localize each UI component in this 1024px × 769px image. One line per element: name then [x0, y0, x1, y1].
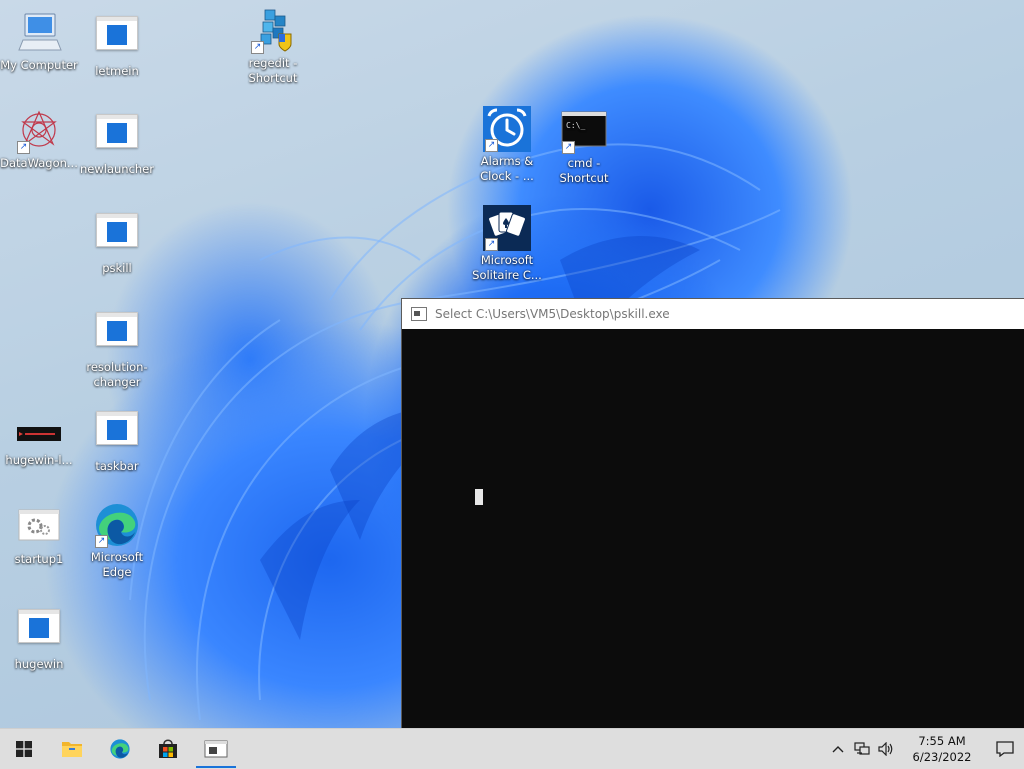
window-app-icon — [93, 213, 141, 259]
alarm-clock-icon: ↗ — [483, 106, 531, 152]
desktop-icon-datawagon[interactable]: ↗ DataWagon... — [0, 108, 78, 171]
icon-label: startup1 — [14, 552, 64, 566]
window-app-icon — [93, 114, 141, 160]
desktop-icon-hugewin-l[interactable]: hugewin-l... — [0, 405, 78, 468]
icon-label: Microsoft Edge — [90, 550, 144, 579]
solitaire-cards-icon: ↗ — [483, 205, 531, 251]
network-button[interactable] — [850, 729, 874, 769]
edge-icon — [110, 739, 130, 759]
desktop-icon-regedit-shortcut[interactable]: ↗ regedit - Shortcut — [234, 8, 312, 86]
desktop-icon-letmein[interactable]: letmein — [78, 10, 156, 79]
shortcut-arrow-icon: ↗ — [562, 141, 575, 154]
console-app-icon — [411, 307, 427, 321]
icon-label: My Computer — [0, 58, 78, 72]
shortcut-arrow-icon: ↗ — [251, 41, 264, 54]
store-icon — [159, 739, 177, 758]
window-app-icon — [93, 16, 141, 62]
shortcut-arrow-icon: ↗ — [485, 139, 498, 152]
settings-gear-icon — [15, 504, 63, 550]
edge-taskbar-button[interactable] — [96, 729, 144, 769]
shortcut-arrow-icon: ↗ — [17, 141, 30, 154]
desktop-icon-resolution-changer[interactable]: resolution-changer — [78, 306, 156, 390]
desktop-icon-newlauncher[interactable]: newlauncher — [78, 108, 156, 177]
icon-label: letmein — [95, 64, 139, 78]
icon-label: resolution-changer — [86, 360, 148, 389]
file-explorer-icon — [62, 742, 82, 757]
clock-time: 7:55 AM — [918, 734, 966, 748]
icon-label: pskill — [102, 261, 132, 275]
chevron-up-icon — [832, 746, 844, 753]
icon-label: hugewin-l... — [5, 453, 73, 467]
windows-start-icon — [16, 741, 32, 757]
icon-label: Alarms & Clock - ... — [480, 154, 534, 183]
system-tray: 7:55 AM 6/23/2022 — [826, 729, 1024, 769]
icon-label: hugewin — [14, 657, 64, 671]
store-button[interactable] — [144, 729, 192, 769]
desktop-icon-cmd-shortcut[interactable]: C:\_ ↗ cmd - Shortcut — [545, 108, 623, 186]
icon-label: Microsoft Solitaire C... — [472, 253, 542, 282]
desktop-icon-startup1[interactable]: startup1 — [0, 504, 78, 567]
start-button[interactable] — [0, 729, 48, 769]
icon-label: DataWagon... — [0, 156, 78, 170]
desktop-icon-pskill[interactable]: pskill — [78, 207, 156, 276]
network-icon — [854, 742, 870, 755]
taskbar: 7:55 AM 6/23/2022 — [0, 728, 1024, 769]
desktop-icon-alarms-clock[interactable]: ↗ Alarms & Clock - ... — [468, 106, 546, 184]
clock[interactable]: 7:55 AM 6/23/2022 — [904, 733, 980, 765]
terminal-icon: C:\_ ↗ — [560, 108, 608, 154]
icon-label: regedit - Shortcut — [248, 56, 298, 85]
desktop-icon-my-computer[interactable]: My Computer — [0, 10, 78, 73]
console-taskbar-button[interactable] — [192, 729, 240, 769]
console-app-icon — [204, 740, 228, 758]
hugewin-l-icon — [15, 405, 63, 451]
console-window[interactable]: Select C:\Users\VM5\Desktop\pskill.exe — [401, 298, 1024, 729]
show-hidden-icons-button[interactable] — [826, 729, 850, 769]
shortcut-arrow-icon: ↗ — [485, 238, 498, 251]
desktop-icon-microsoft-edge[interactable]: ↗ Microsoft Edge — [78, 502, 156, 580]
desktop-icon-taskbar[interactable]: taskbar — [78, 405, 156, 474]
svg-text:C:\_: C:\_ — [566, 121, 585, 130]
desktop-icon-hugewin[interactable]: hugewin — [0, 603, 78, 672]
window-app-icon — [15, 609, 63, 655]
regedit-icon: ↗ — [249, 8, 297, 54]
volume-button[interactable] — [874, 729, 898, 769]
speaker-icon — [878, 742, 893, 756]
file-explorer-button[interactable] — [48, 729, 96, 769]
desktop-icon-microsoft-solitaire[interactable]: ↗ Microsoft Solitaire C... — [468, 205, 546, 283]
window-app-icon — [93, 312, 141, 358]
shortcut-arrow-icon: ↗ — [95, 535, 108, 548]
icon-label: newlauncher — [79, 162, 154, 176]
console-title: Select C:\Users\VM5\Desktop\pskill.exe — [435, 307, 670, 321]
window-app-icon — [93, 411, 141, 457]
notification-icon — [996, 741, 1014, 757]
console-titlebar[interactable]: Select C:\Users\VM5\Desktop\pskill.exe — [402, 299, 1024, 329]
edge-icon: ↗ — [93, 502, 141, 548]
computer-icon — [15, 10, 63, 56]
notification-center-button[interactable] — [986, 729, 1024, 769]
clock-date: 6/23/2022 — [912, 750, 972, 764]
icon-label: taskbar — [95, 459, 139, 473]
datawagon-icon: ↗ — [15, 108, 63, 154]
text-cursor — [475, 489, 483, 505]
icon-label: cmd - Shortcut — [559, 156, 609, 185]
